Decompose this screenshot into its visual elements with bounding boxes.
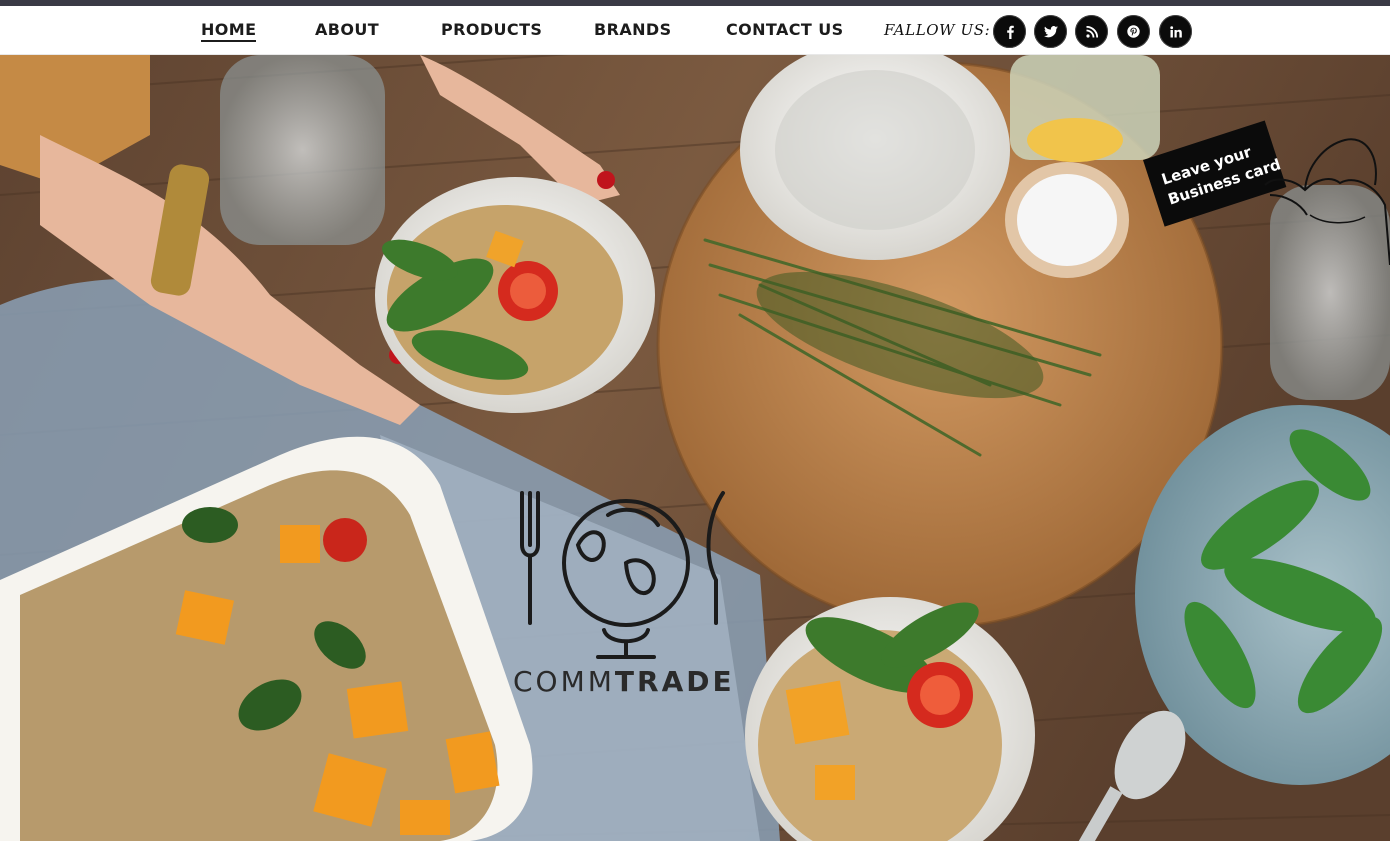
hand-holding-card-icon: [1264, 138, 1390, 265]
follow-us-label: FALLOW US:: [884, 21, 991, 39]
nav-brands[interactable]: BRANDS: [594, 20, 672, 39]
wordmark-bold: TRADE: [614, 665, 735, 698]
pinterest-icon[interactable]: [1117, 15, 1150, 48]
nav-home[interactable]: HOME: [201, 20, 257, 42]
commtrade-wordmark: COMMTRADE: [513, 665, 735, 698]
rss-icon[interactable]: [1075, 15, 1108, 48]
main-navigation: HOME ABOUT PRODUCTS BRANDS CONTACT US FA…: [0, 6, 1390, 55]
nav-products[interactable]: PRODUCTS: [441, 20, 542, 39]
wordmark-light: COMM: [513, 665, 615, 698]
hero-banner: COMMTRADE Leave your Business card: [0, 55, 1390, 841]
facebook-icon[interactable]: [993, 15, 1026, 48]
linkedin-icon[interactable]: [1159, 15, 1192, 48]
nav-contact-us[interactable]: CONTACT US: [726, 20, 844, 39]
twitter-icon[interactable]: [1034, 15, 1067, 48]
nav-about[interactable]: ABOUT: [315, 20, 379, 39]
